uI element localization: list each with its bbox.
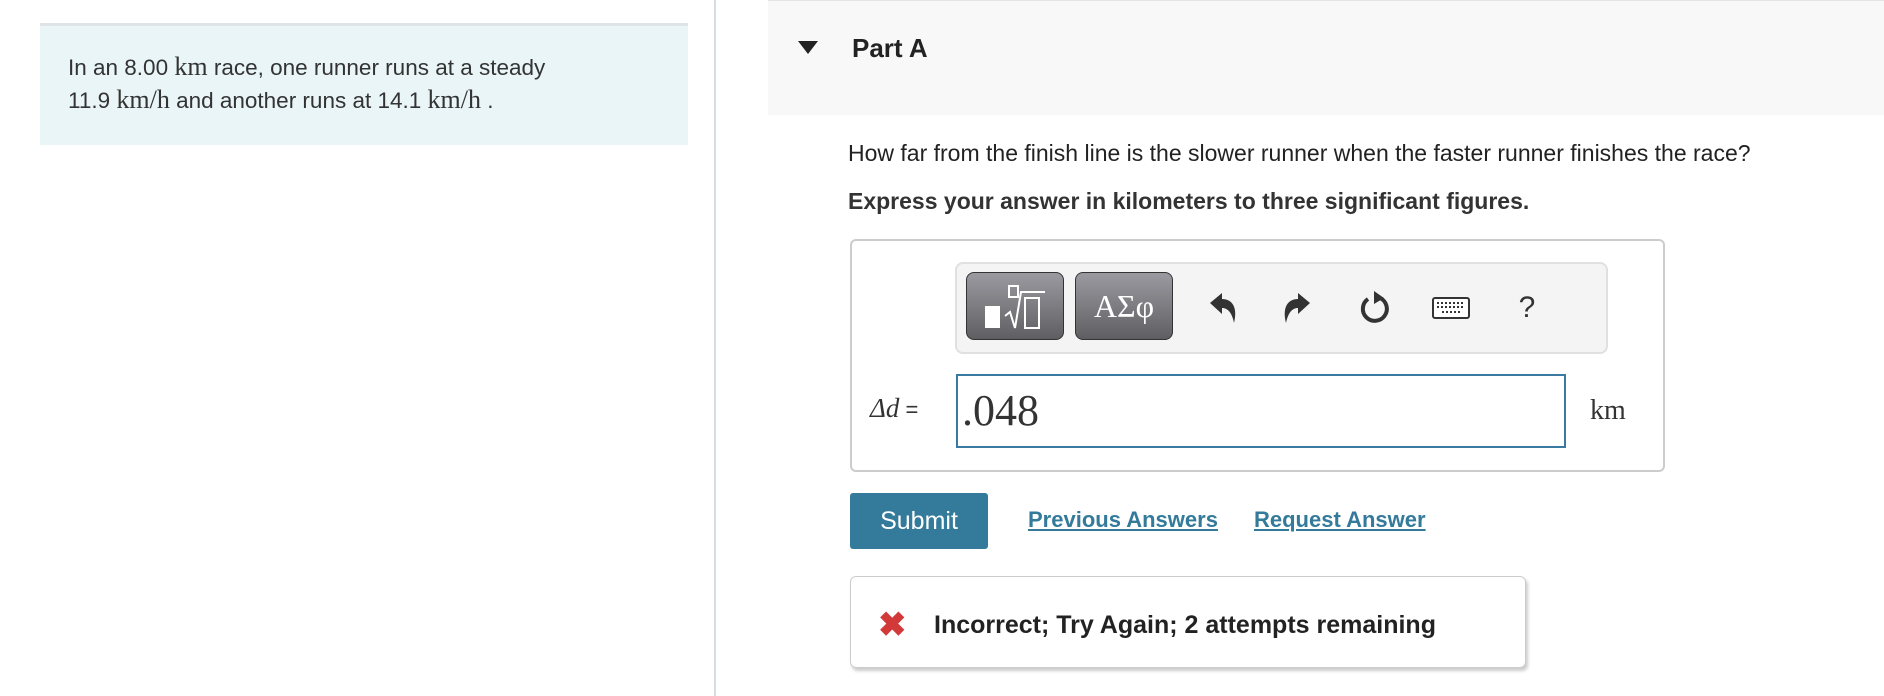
answer-input[interactable]: .048 — [956, 374, 1566, 448]
problem-text: 11.9 — [68, 88, 117, 113]
problem-text: race, one runner runs at a steady — [207, 55, 546, 80]
math-unit: km — [174, 52, 208, 81]
problem-text: . — [480, 88, 494, 113]
collapse-triangle-icon[interactable] — [798, 41, 818, 54]
math-unit: km/h — [116, 85, 170, 114]
math-unit: km/h — [427, 85, 481, 114]
problem-text: In an 8.00 — [68, 55, 175, 80]
part-title[interactable]: Part A — [852, 33, 928, 64]
greek-symbols-button[interactable]: ΑΣφ — [1075, 272, 1173, 340]
divider — [714, 0, 716, 696]
x-icon: ✖ — [878, 606, 907, 644]
redo-icon[interactable] — [1272, 280, 1322, 336]
equals-sign: = — [899, 397, 919, 422]
request-answer-link[interactable]: Request Answer — [1254, 507, 1426, 533]
feedback-text: Incorrect; Try Again; 2 attempts remaini… — [934, 611, 1436, 639]
undo-icon[interactable] — [1198, 280, 1248, 336]
submit-button[interactable]: Submit — [850, 493, 988, 549]
keyboard-icon[interactable] — [1426, 280, 1476, 336]
reset-icon[interactable] — [1350, 280, 1400, 336]
instruction-text: Express your answer in kilometers to thr… — [848, 188, 1530, 214]
problem-statement: In an 8.00 km race, one runner runs at a… — [40, 23, 688, 145]
answer-label: Δd = — [870, 393, 918, 424]
fraction-root-template-icon — [985, 285, 1045, 329]
problem-text: and another runs at 14.1 — [169, 88, 428, 113]
help-button[interactable]: ? — [1502, 280, 1552, 336]
templates-button[interactable] — [966, 272, 1064, 340]
question-text: How far from the finish line is the slow… — [848, 140, 1751, 166]
variable-label: Δd — [870, 393, 900, 423]
previous-answers-link[interactable]: Previous Answers — [1028, 507, 1218, 533]
part-header[interactable] — [768, 0, 1884, 115]
answer-unit: km — [1590, 395, 1626, 426]
